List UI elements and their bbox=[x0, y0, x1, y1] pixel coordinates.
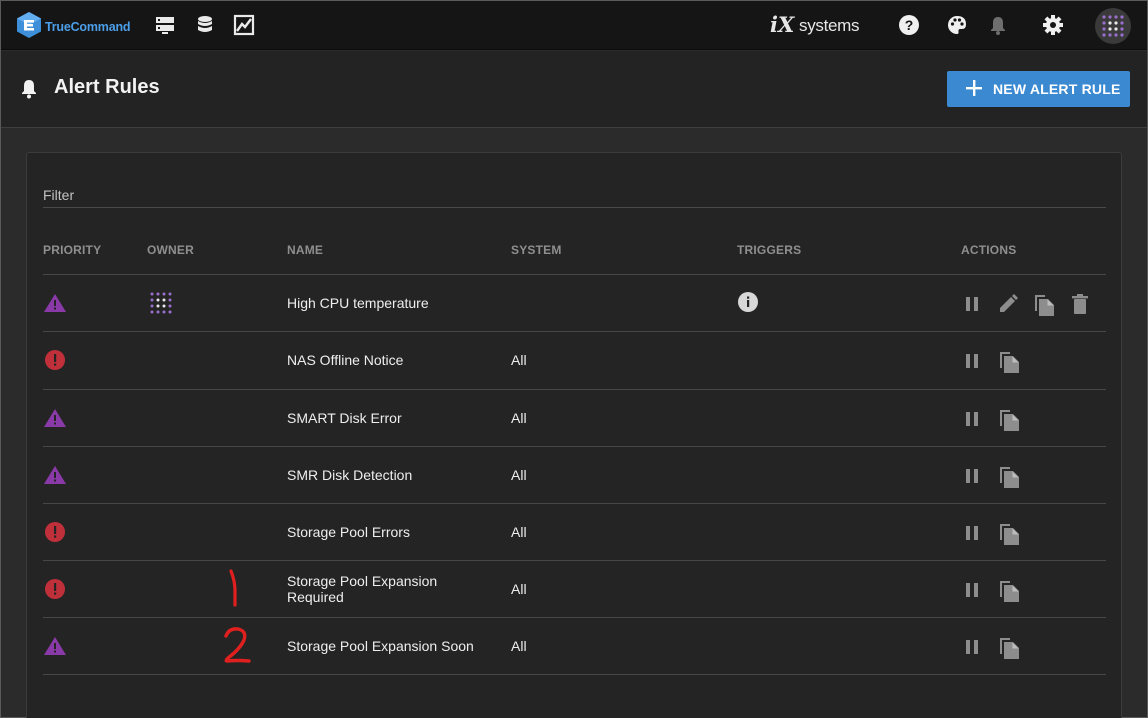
pause-icon[interactable] bbox=[961, 579, 983, 601]
svg-text:?: ? bbox=[905, 17, 914, 33]
critical-priority-icon bbox=[45, 579, 65, 599]
chart-icon[interactable] bbox=[233, 14, 255, 36]
truecommand-logo[interactable]: TrueCommand bbox=[16, 11, 138, 41]
rule-name: High CPU temperature bbox=[287, 295, 429, 311]
column-header-name[interactable]: NAME bbox=[287, 243, 323, 257]
copy-icon[interactable] bbox=[997, 408, 1021, 432]
settings-icon[interactable] bbox=[1042, 14, 1064, 36]
rule-system: All bbox=[511, 352, 527, 368]
top-bar: TrueCommand iX systems ? bbox=[1, 1, 1147, 50]
column-header-owner[interactable]: OWNER bbox=[147, 243, 194, 257]
rule-name: Storage Pool Expansion Required bbox=[287, 573, 438, 605]
table-row[interactable]: High CPU temperature bbox=[43, 274, 1106, 331]
alert-bell-icon bbox=[22, 80, 36, 99]
copy-icon[interactable] bbox=[997, 522, 1021, 546]
critical-priority-icon bbox=[45, 350, 65, 370]
copy-icon[interactable] bbox=[997, 350, 1021, 374]
copy-icon[interactable] bbox=[997, 465, 1021, 489]
filter-input[interactable]: Filter bbox=[43, 187, 74, 203]
database-icon[interactable] bbox=[194, 14, 216, 36]
filter-underline bbox=[43, 207, 1106, 208]
ixsystems-logo[interactable]: iX systems bbox=[770, 13, 862, 39]
new-alert-rule-label: NEW ALERT RULE bbox=[993, 81, 1121, 97]
owner-avatar-icon bbox=[150, 292, 172, 314]
column-header-triggers[interactable]: TRIGGERS bbox=[737, 243, 801, 257]
table-row[interactable]: Storage Pool Errors All bbox=[43, 503, 1106, 560]
table-row[interactable]: Storage Pool Expansion Soon All bbox=[43, 617, 1106, 674]
pause-icon[interactable] bbox=[961, 408, 983, 430]
table-row[interactable]: Storage Pool Expansion Required All bbox=[43, 560, 1106, 617]
rule-name: NAS Offline Notice bbox=[287, 352, 404, 368]
warning-priority-icon bbox=[44, 409, 66, 427]
rule-system: All bbox=[511, 638, 527, 654]
palette-icon[interactable] bbox=[946, 14, 968, 36]
pause-icon[interactable] bbox=[961, 636, 983, 658]
rule-system: All bbox=[511, 581, 527, 597]
copy-icon[interactable] bbox=[997, 636, 1021, 660]
rule-system: All bbox=[511, 467, 527, 483]
new-alert-rule-button[interactable]: NEW ALERT RULE bbox=[947, 71, 1130, 107]
delete-icon[interactable] bbox=[1069, 293, 1091, 315]
help-icon[interactable]: ? bbox=[898, 14, 920, 36]
user-avatar[interactable] bbox=[1095, 8, 1131, 44]
rule-system: All bbox=[511, 524, 527, 540]
warning-priority-icon bbox=[44, 466, 66, 484]
rule-name: Storage Pool Errors bbox=[287, 524, 410, 540]
alert-rules-card: Filter PRIORITY OWNER NAME SYSTEM TRIGGE… bbox=[26, 152, 1122, 718]
plus-icon bbox=[966, 80, 982, 96]
trigger-info-icon[interactable] bbox=[737, 291, 759, 313]
pause-icon[interactable] bbox=[961, 465, 983, 487]
pause-icon[interactable] bbox=[961, 522, 983, 544]
rule-name: Storage Pool Expansion Soon bbox=[287, 638, 474, 654]
rule-name: SMART Disk Error bbox=[287, 410, 402, 426]
warning-priority-icon bbox=[44, 637, 66, 655]
page-header: Alert Rules NEW ALERT RULE bbox=[1, 51, 1147, 128]
rule-name: SMR Disk Detection bbox=[287, 467, 413, 483]
copy-icon[interactable] bbox=[997, 579, 1021, 603]
critical-priority-icon bbox=[45, 522, 65, 542]
page-title: Alert Rules bbox=[54, 76, 160, 98]
table-bottom-divider bbox=[43, 674, 1106, 675]
truecommand-logo-icon bbox=[17, 12, 41, 38]
copy-icon[interactable] bbox=[1032, 293, 1056, 317]
column-header-priority[interactable]: PRIORITY bbox=[43, 243, 101, 257]
column-header-system[interactable]: SYSTEM bbox=[511, 243, 562, 257]
brand-name: TrueCommand bbox=[45, 20, 131, 34]
ixsystems-logo-text: systems bbox=[799, 16, 860, 35]
ixsystems-logo-mark: iX bbox=[770, 12, 795, 37]
table-row[interactable]: NAS Offline Notice All bbox=[43, 331, 1106, 388]
table-row[interactable]: SMR Disk Detection All bbox=[43, 446, 1106, 503]
annotation-number-1 bbox=[229, 569, 237, 607]
rule-system: All bbox=[511, 410, 527, 426]
notifications-icon[interactable] bbox=[987, 14, 1009, 36]
annotation-number-2 bbox=[224, 627, 251, 663]
pause-icon[interactable] bbox=[961, 350, 983, 372]
servers-icon[interactable] bbox=[154, 14, 176, 36]
table-row[interactable]: SMART Disk Error All bbox=[43, 389, 1106, 446]
pause-icon[interactable] bbox=[961, 293, 983, 315]
column-header-actions[interactable]: ACTIONS bbox=[961, 243, 1016, 257]
warning-priority-icon bbox=[44, 294, 66, 312]
edit-icon[interactable] bbox=[997, 293, 1019, 315]
user-avatar-icon bbox=[1102, 15, 1124, 37]
